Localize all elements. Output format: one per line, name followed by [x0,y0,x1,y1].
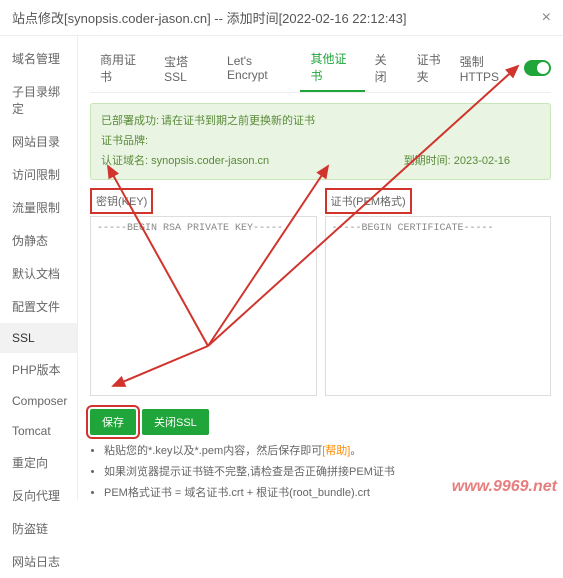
sidebar-item-traffic[interactable]: 流量限制 [0,191,77,224]
sidebar-item-access[interactable]: 访问限制 [0,158,77,191]
brand-label: 证书品牌: [101,132,161,152]
tabs: 商用证书 宝塔SSL Let's Encrypt 其他证书 关闭 证书夹 强制H… [90,44,551,93]
tips-list: 粘贴您的*.key以及*.pem内容，然后保存即可[帮助]。 如果浏览器提示证书… [90,441,551,500]
key-textarea[interactable] [90,216,317,396]
sidebar-item-redirect[interactable]: 重定向 [0,446,77,479]
sidebar-item-php[interactable]: PHP版本 [0,353,77,386]
key-label: 密钥(KEY) [90,188,153,214]
force-https-label: 强制HTTPS [460,53,518,84]
tip-1: 粘贴您的*.key以及*.pem内容，然后保存即可[帮助]。 [104,441,551,462]
close-ssl-button[interactable]: 关闭SSL [142,409,209,435]
tab-btssl[interactable]: 宝塔SSL [154,47,217,90]
tab-letsencrypt[interactable]: Let's Encrypt [217,48,300,88]
expire-label: 到期时间: [404,155,451,167]
sidebar-item-composer[interactable]: Composer [0,386,77,416]
expire-value: 2023-02-16 [454,155,510,167]
tab-close[interactable]: 关闭 [365,45,407,91]
sidebar-item-tomcat[interactable]: Tomcat [0,416,77,446]
tab-certfolder[interactable]: 证书夹 [407,45,460,91]
deployed-label: 已部署成功: [101,112,161,132]
main-panel: 商用证书 宝塔SSL Let's Encrypt 其他证书 关闭 证书夹 强制H… [78,36,563,500]
sidebar: 域名管理 子目录绑定 网站目录 访问限制 流量限制 伪静态 默认文档 配置文件 … [0,36,78,500]
sidebar-item-config[interactable]: 配置文件 [0,290,77,323]
tab-other[interactable]: 其他证书 [300,44,364,92]
force-https-toggle[interactable] [524,60,551,76]
tip-3: PEM格式证书 = 域名证书.crt + 根证书(root_bundle).cr… [104,483,551,500]
sidebar-item-hotlink[interactable]: 防盗链 [0,512,77,545]
sidebar-item-domain[interactable]: 域名管理 [0,42,77,75]
domain-value: synopsis.coder-jason.cn [151,155,269,167]
sidebar-item-proxy[interactable]: 反向代理 [0,479,77,512]
save-button[interactable]: 保存 [90,409,136,435]
sidebar-item-subdir[interactable]: 子目录绑定 [0,75,77,125]
sidebar-item-default[interactable]: 默认文档 [0,257,77,290]
sidebar-item-ssl[interactable]: SSL [0,323,77,353]
dialog-title: 站点修改[synopsis.coder-jason.cn] -- 添加时间[20… [12,8,407,27]
deploy-success-box: 已部署成功: 请在证书到期之前更换新的证书 证书品牌: 认证域名: synops… [90,103,551,180]
tip-2: 如果浏览器提示证书链不完整,请检查是否正确拼接PEM证书 [104,462,551,483]
help-link[interactable]: [帮助] [322,445,350,457]
domain-label: 认证域名: [101,155,148,167]
pem-textarea[interactable] [325,216,552,396]
deployed-value: 请在证书到期之前更换新的证书 [161,112,315,132]
sidebar-item-rewrite[interactable]: 伪静态 [0,224,77,257]
pem-label: 证书(PEM格式) [325,188,412,214]
close-icon[interactable]: × [542,9,551,27]
sidebar-item-sitedir[interactable]: 网站目录 [0,125,77,158]
sidebar-item-log[interactable]: 网站日志 [0,545,77,578]
tab-commercial[interactable]: 商用证书 [90,45,154,91]
